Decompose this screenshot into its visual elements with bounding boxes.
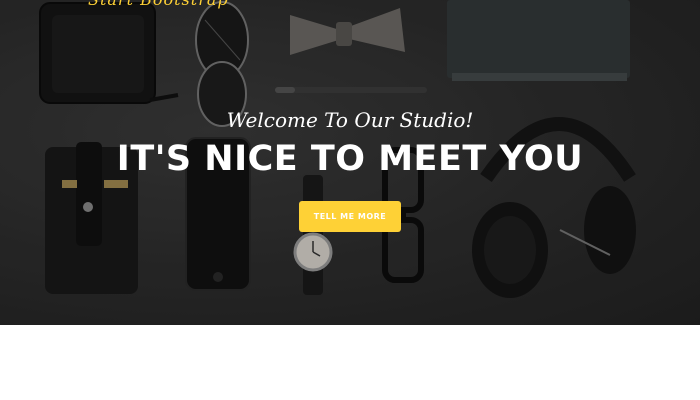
hero-heading: IT'S NICE TO MEET YOU [116, 139, 584, 179]
brand-logo[interactable]: Start Bootstrap [88, 0, 229, 9]
tell-me-more-button[interactable]: TELL ME MORE [299, 201, 401, 232]
content-section [0, 325, 700, 400]
hero-section: Start Bootstrap Welcome To Our Studio! I… [0, 0, 700, 325]
hero-lead-in: Welcome To Our Studio! [226, 108, 474, 132]
